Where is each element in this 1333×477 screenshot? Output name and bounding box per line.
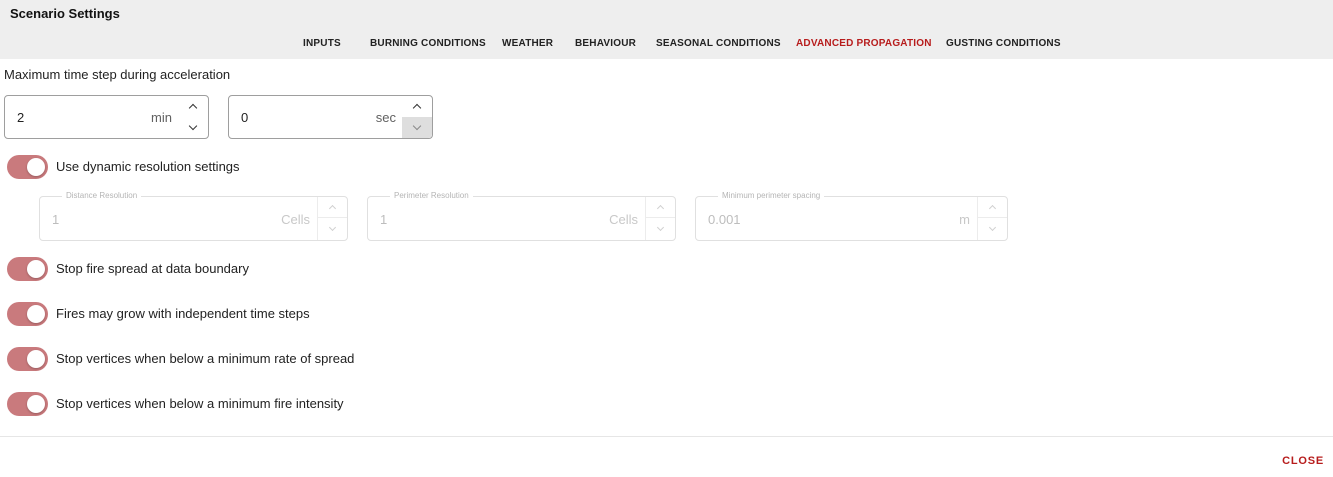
chevron-down-icon — [328, 223, 337, 231]
min-intensity-label: Stop vertices when below a minimum fire … — [56, 396, 344, 411]
chevron-up-icon — [412, 103, 422, 113]
tab-inputs[interactable]: INPUTS — [303, 38, 341, 49]
min-intensity-toggle[interactable] — [7, 392, 48, 416]
tab-seasonal-conditions[interactable]: SEASONAL CONDITIONS — [656, 38, 781, 49]
perimeter-resolution-unit: Cells — [609, 212, 638, 227]
toggle-knob — [27, 350, 45, 368]
minutes-stepper-controls — [178, 96, 208, 138]
seconds-increment-button[interactable] — [402, 96, 432, 117]
perimeter-resolution-legend: Perimeter Resolution — [390, 191, 473, 200]
tab-behaviour[interactable]: BEHAVIOUR — [575, 38, 636, 49]
seconds-stepper[interactable]: 0 sec — [228, 95, 433, 139]
tab-advanced-propagation[interactable]: ADVANCED PROPAGATION — [796, 38, 932, 49]
toggle-knob — [27, 158, 45, 176]
toggle-knob — [27, 395, 45, 413]
independent-timesteps-toggle[interactable] — [7, 302, 48, 326]
seconds-value[interactable]: 0 — [241, 110, 248, 125]
tab-weather[interactable]: WEATHER — [502, 38, 553, 49]
perimeter-increment-button — [646, 197, 675, 218]
distance-resolution-value: 1 — [52, 212, 60, 227]
perimeter-spacing-legend: Minimum perimeter spacing — [718, 191, 825, 200]
minutes-value[interactable]: 2 — [17, 110, 24, 125]
minutes-unit: min — [151, 110, 172, 125]
dynamic-resolution-label: Use dynamic resolution settings — [56, 159, 240, 174]
distance-resolution-stepper — [317, 197, 347, 240]
spacing-decrement-button — [978, 218, 1007, 239]
minutes-increment-button[interactable] — [178, 96, 208, 117]
tab-gusting-conditions[interactable]: GUSTING CONDITIONS — [946, 38, 1061, 49]
chevron-down-icon — [656, 223, 665, 231]
chevron-down-icon — [188, 121, 198, 131]
tab-bar: INPUTS BURNING CONDITIONS WEATHER BEHAVI… — [0, 38, 1333, 52]
minutes-decrement-button[interactable] — [178, 117, 208, 138]
distance-decrement-button — [318, 218, 347, 239]
seconds-stepper-controls — [402, 96, 432, 138]
chevron-down-icon — [412, 121, 422, 131]
perimeter-resolution-value: 1 — [380, 212, 388, 227]
tab-burning-conditions[interactable]: BURNING CONDITIONS — [370, 38, 486, 49]
distance-resolution-field: Distance Resolution 1 Cells — [39, 191, 348, 241]
perimeter-spacing-value: 0.001 — [708, 212, 741, 227]
seconds-decrement-button[interactable] — [402, 117, 432, 138]
perimeter-decrement-button — [646, 218, 675, 239]
chevron-up-icon — [328, 204, 337, 213]
minutes-stepper[interactable]: 2 min — [4, 95, 209, 139]
chevron-up-icon — [988, 204, 997, 213]
toggle-knob — [27, 305, 45, 323]
min-ros-label: Stop vertices when below a minimum rate … — [56, 351, 355, 366]
data-boundary-label: Stop fire spread at data boundary — [56, 261, 249, 276]
close-button[interactable]: CLOSE — [1282, 455, 1324, 467]
dialog-header: Scenario Settings INPUTS BURNING CONDITI… — [0, 0, 1333, 59]
dialog-title: Scenario Settings — [10, 6, 120, 21]
perimeter-spacing-stepper — [977, 197, 1007, 240]
chevron-up-icon — [656, 204, 665, 213]
data-boundary-toggle[interactable] — [7, 257, 48, 281]
chevron-down-icon — [988, 223, 997, 231]
dynamic-resolution-toggle[interactable] — [7, 155, 48, 179]
perimeter-spacing-unit: m — [959, 212, 970, 227]
independent-timesteps-label: Fires may grow with independent time ste… — [56, 306, 310, 321]
perimeter-resolution-stepper — [645, 197, 675, 240]
perimeter-spacing-field: Minimum perimeter spacing 0.001 m — [695, 191, 1008, 241]
min-ros-toggle[interactable] — [7, 347, 48, 371]
toggle-knob — [27, 260, 45, 278]
perimeter-resolution-field: Perimeter Resolution 1 Cells — [367, 191, 676, 241]
seconds-unit: sec — [375, 110, 396, 125]
accel-timestep-label: Maximum time step during acceleration — [4, 67, 231, 82]
spacing-increment-button — [978, 197, 1007, 218]
distance-increment-button — [318, 197, 347, 218]
footer-divider — [0, 436, 1333, 437]
chevron-up-icon — [188, 103, 198, 113]
distance-resolution-legend: Distance Resolution — [62, 191, 142, 200]
distance-resolution-unit: Cells — [281, 212, 310, 227]
